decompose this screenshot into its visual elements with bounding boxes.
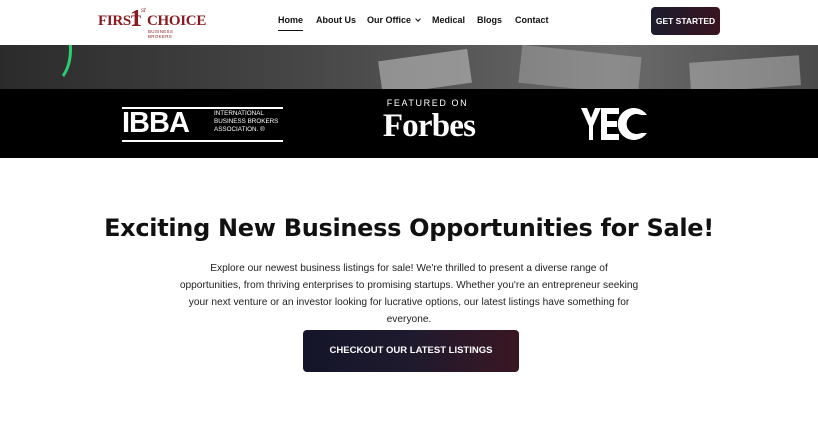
decorative-arc <box>28 45 72 85</box>
ibba-rule <box>122 140 283 142</box>
get-started-button[interactable]: GET STARTED <box>651 7 720 35</box>
nav-item-home[interactable]: Home <box>278 15 304 31</box>
brand-tagline: BUSINESS BROKERS <box>148 29 174 39</box>
brand-logo[interactable]: FIRST 1 st CHOICE BUSINESS BROKERS <box>97 6 206 39</box>
brand-name-choice: CHOICE <box>147 13 207 29</box>
photo-paper <box>378 48 472 89</box>
forbes-featured-label: FEATURED ON <box>386 98 469 108</box>
yec-mark-icon <box>581 108 647 140</box>
photo-paper <box>689 55 801 89</box>
hero-photo-strip <box>0 45 818 89</box>
nav-item-our-office-label: Our Office <box>367 15 412 25</box>
site-header: FIRST 1 st CHOICE BUSINESS BROKERS Home … <box>0 0 818 45</box>
page-title: Exciting New Business Opportunities for … <box>104 214 714 242</box>
ibba-line-2: BUSINESS BROKERS <box>214 118 279 125</box>
chevron-down-icon <box>415 16 421 22</box>
ibba-mark: IBBA <box>122 107 190 139</box>
ibba-line-1: INTERNATIONAL <box>214 110 264 117</box>
nav-item-about-us[interactable]: About Us <box>316 15 356 25</box>
yec-logo <box>579 106 649 142</box>
hero-description: Explore our newest business listings for… <box>179 263 639 325</box>
ibba-logo: IBBA INTERNATIONAL BUSINESS BROKERS ASSO… <box>122 107 283 143</box>
nav-item-blogs[interactable]: Blogs <box>477 15 502 25</box>
ibba-line-3: ASSOCIATION. ® <box>214 126 265 133</box>
nav-item-our-office[interactable]: Our Office <box>367 15 421 25</box>
nav-item-medical[interactable]: Medical <box>432 15 465 25</box>
forbes-logo: Forbes <box>382 108 476 144</box>
photo-paper <box>518 45 642 89</box>
brand-ordinal: st <box>141 8 146 14</box>
ibba-text: INTERNATIONAL BUSINESS BROKERS ASSOCIATI… <box>214 110 284 134</box>
checkout-listings-button[interactable]: CHECKOUT OUR LATEST LISTINGS <box>303 330 519 372</box>
nav-item-contact[interactable]: Contact <box>515 15 549 25</box>
